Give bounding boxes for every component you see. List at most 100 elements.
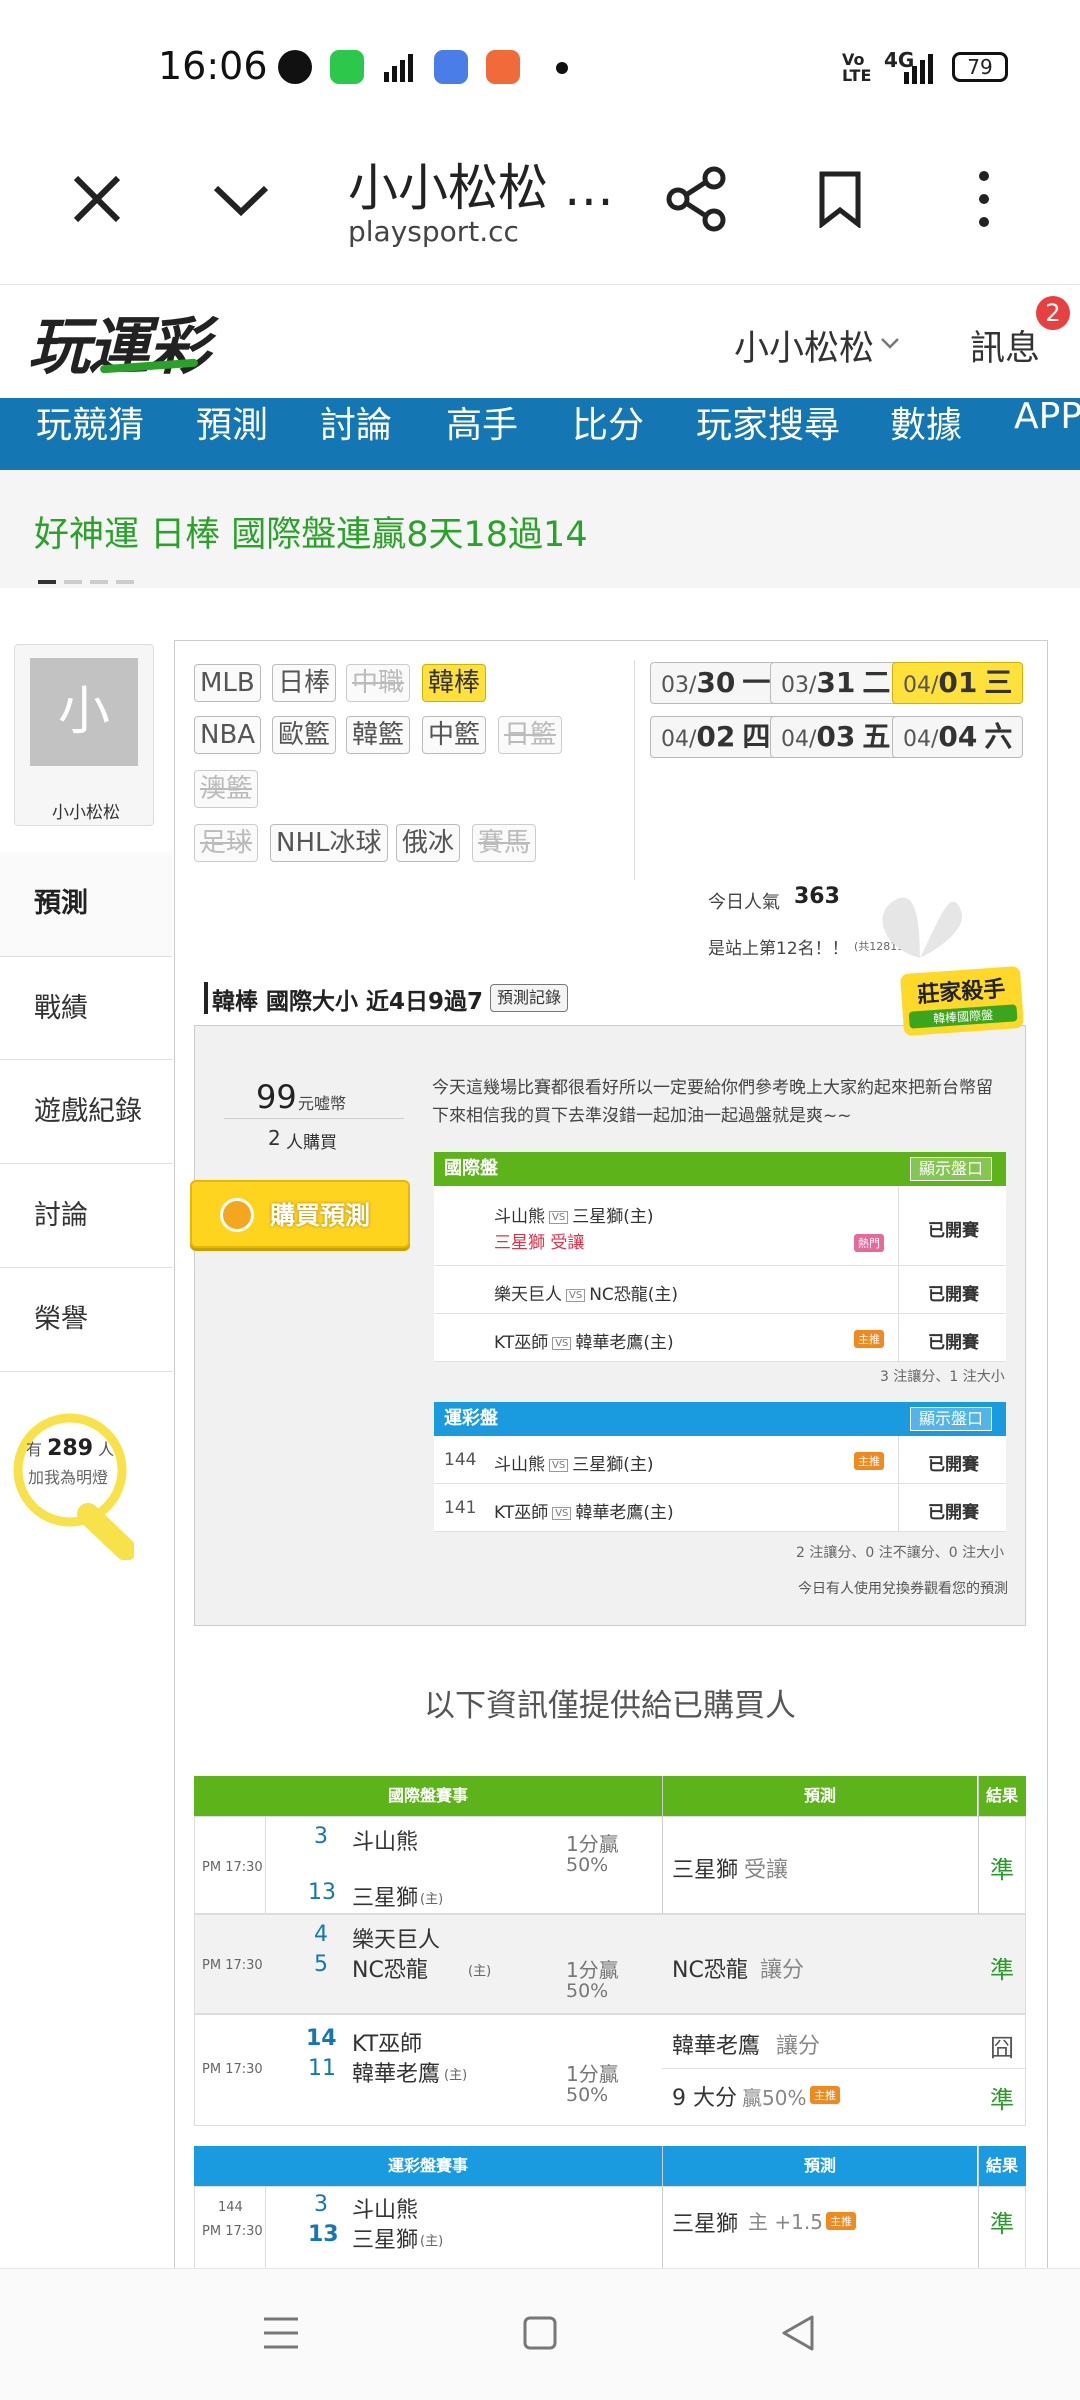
row-divider <box>898 1186 899 1266</box>
tag-horse-racing: 賽馬 <box>472 824 537 862</box>
date-0331[interactable]: 03/31 二 <box>770 662 902 704</box>
carousel-dots[interactable] <box>38 580 134 584</box>
signal-icon <box>898 52 938 90</box>
nav-item-discuss[interactable]: 討論 <box>320 398 392 448</box>
tag-mlb[interactable]: MLB <box>194 664 261 702</box>
killer-badge: 莊家殺手 韓棒國際盤 <box>899 965 1025 1037</box>
pick-team: 三星獅 <box>672 2212 739 2237</box>
tag-soccer: 足球 <box>194 824 259 862</box>
fans-caption: 加我為明燈 <box>28 1468 109 1487</box>
game-status: 已開賽 <box>928 1503 979 1523</box>
vs-icon: VS <box>549 1210 569 1224</box>
date-0403[interactable]: 04/03 五 <box>770 716 902 758</box>
tag-npb[interactable]: 日棒 <box>272 664 337 702</box>
sidebar-item-predict[interactable]: 預測 <box>0 852 172 956</box>
chevron-down-icon[interactable] <box>880 336 900 355</box>
system-nav-bar <box>0 2268 1080 2400</box>
sport-show-lines-button[interactable]: 顯示盤口 <box>910 1407 993 1431</box>
pick-type: 主 +1.5 <box>748 2210 823 2234</box>
butterfly-icon <box>860 878 970 972</box>
nav-item-scores[interactable]: 比分 <box>572 398 644 448</box>
date-0404[interactable]: 04/04 六 <box>892 716 1024 758</box>
tag-nhl[interactable]: NHL冰球 <box>270 824 388 862</box>
tag-khl[interactable]: 俄冰 <box>396 824 461 862</box>
site-logo[interactable]: 玩運彩 <box>28 296 210 386</box>
sidebar-item-game-log[interactable]: 遊戲紀錄 <box>0 1060 172 1164</box>
away-score: 14 <box>306 2026 337 2051</box>
row-divider <box>898 1436 899 1484</box>
date-0330[interactable]: 03/30 一 <box>650 662 782 704</box>
row-divider <box>898 1314 899 1362</box>
prediction-record-button[interactable]: 預測記錄 <box>490 984 569 1012</box>
result-win: 準 <box>990 2210 1014 2238</box>
pick-total: 9 大分 <box>672 2086 737 2111</box>
nav-item-player-search[interactable]: 玩家搜尋 <box>696 398 840 448</box>
intl-row: KT巫師 VS 韓華老鷹(主) 主推 已開賽 <box>434 1314 1006 1362</box>
status-bar: 16:06 Vo LTE 4G 79 <box>0 0 1080 135</box>
sidebar-item-honor[interactable]: 榮譽 <box>0 1268 172 1372</box>
away-team: KT巫師 <box>494 1333 549 1353</box>
tag-euro-basketball[interactable]: 歐籃 <box>272 716 337 754</box>
tag-cba[interactable]: 中籃 <box>422 716 487 754</box>
row-divider <box>898 1266 899 1314</box>
nav-item-app[interactable]: APP <box>1014 398 1080 437</box>
buyers-count: 2 <box>268 1126 281 1150</box>
page-url[interactable]: playsport.cc <box>348 215 519 248</box>
nav-item-predict[interactable]: 預測 <box>196 398 268 448</box>
tag-nba[interactable]: NBA <box>194 716 262 754</box>
game-time: PM 17:30 <box>202 2224 263 2239</box>
share-icon[interactable] <box>666 166 728 236</box>
avatar[interactable]: 小 <box>30 658 138 766</box>
date-0402[interactable]: 04/02 四 <box>650 716 782 758</box>
promo-banner[interactable]: 好神運 日棒 國際盤連贏8天18過14 <box>0 470 1080 588</box>
game-number: 141 <box>444 1498 477 1518</box>
main-pick-badge: 主推 <box>854 1330 884 1348</box>
user-menu[interactable]: 小小松松 <box>734 320 874 371</box>
intl-row: 樂天巨人 VS NC恐龍(主) 已開賽 <box>434 1266 1006 1314</box>
home-team: NC恐龍(主) <box>589 1285 679 1305</box>
nav-item-games[interactable]: 玩競猜 <box>36 398 144 448</box>
sidebar-item-record[interactable]: 戰績 <box>0 956 172 1060</box>
home-mark: (主) <box>468 1964 492 1979</box>
away-score: 3 <box>314 1824 328 1849</box>
away-team: 斗山熊 <box>352 1830 419 1855</box>
main-pick-badge: 主推 <box>826 2212 856 2230</box>
date-0401[interactable]: 04/01 三 <box>892 662 1024 704</box>
close-icon[interactable] <box>70 172 124 230</box>
back-icon[interactable] <box>780 2313 816 2357</box>
price-divider <box>224 1118 404 1119</box>
home-team: 三星獅(主) <box>572 1207 654 1227</box>
sport-row: 144 斗山熊 VS 三星獅(主) 主推 已開賽 <box>434 1436 1006 1484</box>
game-status: 已開賽 <box>928 1221 979 1241</box>
dot-icon <box>556 62 568 74</box>
bookmark-icon[interactable] <box>818 170 862 232</box>
tag-bleague: 日籃 <box>498 716 563 754</box>
more-menu-icon[interactable] <box>978 170 990 232</box>
tag-kbl[interactable]: 韓籃 <box>346 716 411 754</box>
line: 1分贏 <box>566 1958 619 1982</box>
tag-kbo[interactable]: 韓棒 <box>422 664 487 702</box>
buyer-only-note: 以下資訊僅提供給已購買人 <box>424 1688 796 1724</box>
main-pick-badge: 主推 <box>854 1452 884 1470</box>
vs-icon: VS <box>566 1288 586 1302</box>
vs-icon: VS <box>552 1336 572 1350</box>
chevron-down-icon[interactable] <box>212 180 270 224</box>
price-unit: 元嘘幣 <box>298 1094 347 1113</box>
promo-text: 好神運 日棒 國際盤連贏8天18過14 <box>34 515 588 555</box>
main-pick-badge: 主推 <box>810 2086 840 2104</box>
nav-item-data[interactable]: 數據 <box>890 398 962 448</box>
home-icon[interactable] <box>522 2315 558 2355</box>
home-team: NC恐龍 <box>352 1958 428 1983</box>
pick-message: 今天這幾場比賽都很看好所以一定要給你們參考晚上大家約起來把新台幣留下來相信我的買… <box>432 1078 993 1126</box>
home-mark: (主) <box>444 2068 468 2083</box>
line-pct: 50% <box>566 1854 609 1876</box>
nav-item-experts[interactable]: 高手 <box>446 398 518 448</box>
sidebar-item-discuss[interactable]: 討論 <box>0 1164 172 1268</box>
page-title[interactable]: 小小松松 … <box>348 148 614 220</box>
buy-prediction-button[interactable]: 購買預測 <box>190 1180 410 1248</box>
menu-icon[interactable] <box>262 2315 300 2355</box>
results-sport-header-pick: 預測 <box>663 2146 977 2186</box>
messages-link[interactable]: 訊息 <box>970 320 1040 371</box>
intl-show-lines-button[interactable]: 顯示盤口 <box>910 1157 993 1181</box>
profile-name[interactable]: 小小松松 <box>52 798 120 823</box>
